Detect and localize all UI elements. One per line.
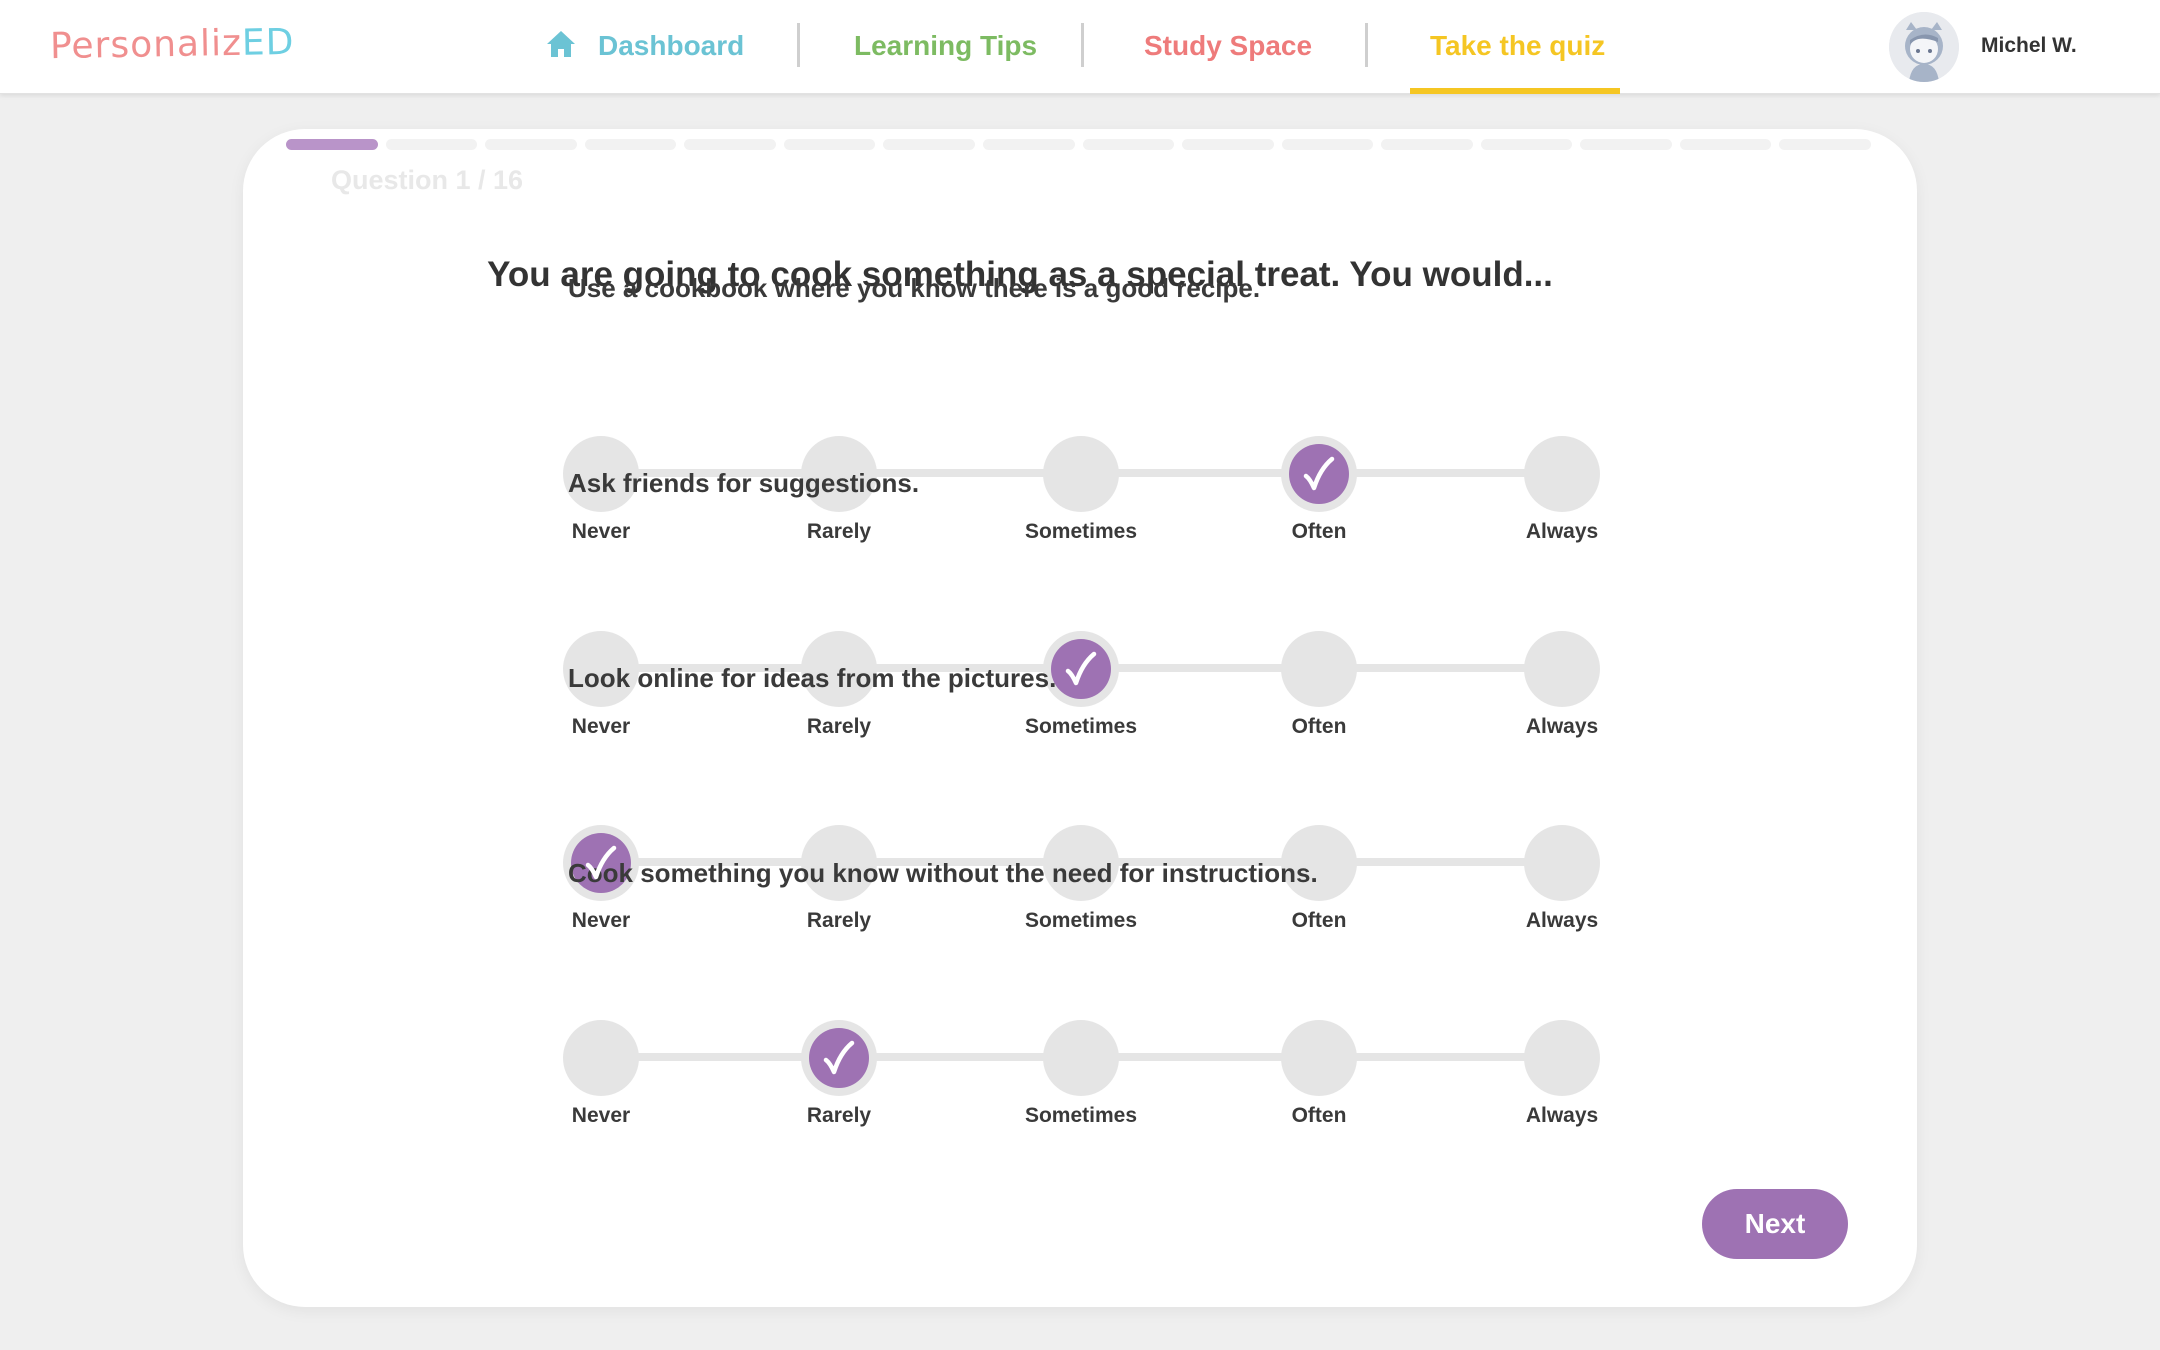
statement-label: Use a cookbook where you know there is a… (568, 273, 1261, 303)
progress-segment (1779, 139, 1871, 150)
radio-option-sometimes[interactable] (1043, 1020, 1119, 1096)
option-label: Rarely (806, 1104, 872, 1127)
option-label: Always (1525, 1104, 1599, 1127)
progress-segment (982, 139, 1075, 150)
option-label: Always (1525, 520, 1599, 543)
logo-text: Personaliz (49, 22, 243, 68)
radio-option-often[interactable] (1281, 1020, 1357, 1096)
nav-learning-tips[interactable]: Learning Tips (854, 26, 1037, 66)
question-counter: Question 1 / 16 (331, 165, 524, 195)
option-label: Never (571, 1104, 631, 1127)
progress-segment-complete (286, 139, 378, 150)
option-label: Sometimes (1024, 909, 1138, 932)
radio-option-never[interactable] (563, 1020, 639, 1096)
radio-option-often[interactable] (1281, 436, 1357, 512)
radio-option-always[interactable] (1524, 1020, 1600, 1096)
option-label: Often (1291, 1104, 1347, 1127)
home-icon (547, 31, 575, 57)
progress-segment (783, 139, 876, 150)
radio-option-always[interactable] (1524, 631, 1600, 707)
logo[interactable]: PersonalizED (50, 22, 295, 67)
option-label: Rarely (806, 715, 872, 738)
progress-segment (684, 139, 776, 150)
option-label: Never (571, 715, 631, 738)
option-label: Never (571, 520, 631, 543)
radio-option-always[interactable] (1524, 436, 1600, 512)
nav-dashboard-label: Dashboard (598, 30, 745, 61)
option-label: Always (1525, 909, 1599, 932)
progress-segment (883, 139, 975, 150)
likert-scale: Never Rarely Sometimes Often Always (243, 436, 1917, 543)
nav-divider (1365, 23, 1368, 67)
statement-label: Ask friends for suggestions. (568, 468, 920, 498)
progress-segment (1480, 139, 1573, 150)
progress-segment (1679, 139, 1772, 150)
radio-option-rarely[interactable] (801, 1020, 877, 1096)
checkmark-icon (823, 1040, 855, 1075)
progress-segment (1580, 139, 1672, 150)
statement-label: Look online for ideas from the pictures. (568, 663, 1057, 693)
logo-text-ed: ED (241, 21, 295, 64)
progress-segment (385, 139, 478, 150)
option-label: Often (1291, 520, 1347, 543)
progress-segment (584, 139, 677, 150)
progress-segment (485, 139, 577, 150)
progress-segment (1082, 139, 1175, 150)
nav-study-space[interactable]: Study Space (1144, 26, 1312, 66)
option-label: Never (571, 909, 631, 932)
likert-scale: Never Rarely Sometimes Often Always (243, 631, 1917, 738)
nav-divider (1081, 23, 1084, 67)
quiz-card: Question 1 / 16 You are going to cook so… (243, 129, 1917, 1307)
option-label: Rarely (806, 520, 872, 543)
progress-segment (1381, 139, 1473, 150)
nav-divider (797, 23, 800, 67)
next-button[interactable]: Next (1702, 1189, 1848, 1259)
checkmark-icon (585, 845, 617, 880)
option-label: Sometimes (1024, 715, 1138, 738)
option-label: Often (1291, 909, 1347, 932)
progress-segment (1281, 139, 1374, 150)
radio-option-always[interactable] (1524, 825, 1600, 901)
nav-dashboard[interactable]: Dashboard (546, 26, 744, 66)
active-tab-indicator (1410, 88, 1620, 94)
progress-segment (1182, 139, 1274, 150)
checkmark-icon (1065, 651, 1097, 686)
option-label: Sometimes (1024, 1104, 1138, 1127)
option-label: Sometimes (1024, 520, 1138, 543)
quiz-progress-bar (286, 139, 1871, 150)
avatar[interactable] (1889, 12, 1959, 82)
radio-option-sometimes[interactable] (1043, 436, 1119, 512)
likert-scale: Never Rarely Sometimes Often Always (243, 1020, 1917, 1127)
option-label: Always (1525, 715, 1599, 738)
user-name[interactable]: Michel W. (1981, 34, 2077, 58)
option-label: Often (1291, 715, 1347, 738)
nav-take-the-quiz[interactable]: Take the quiz (1430, 26, 1605, 66)
radio-option-often[interactable] (1281, 631, 1357, 707)
statement-label: Cook something you know without the need… (568, 858, 1318, 888)
top-nav-bar: PersonalizED Dashboard Learning Tips Stu… (0, 0, 2160, 94)
avatar-icon (1889, 12, 1959, 82)
checkmark-icon (1303, 456, 1335, 491)
option-label: Rarely (806, 909, 872, 932)
